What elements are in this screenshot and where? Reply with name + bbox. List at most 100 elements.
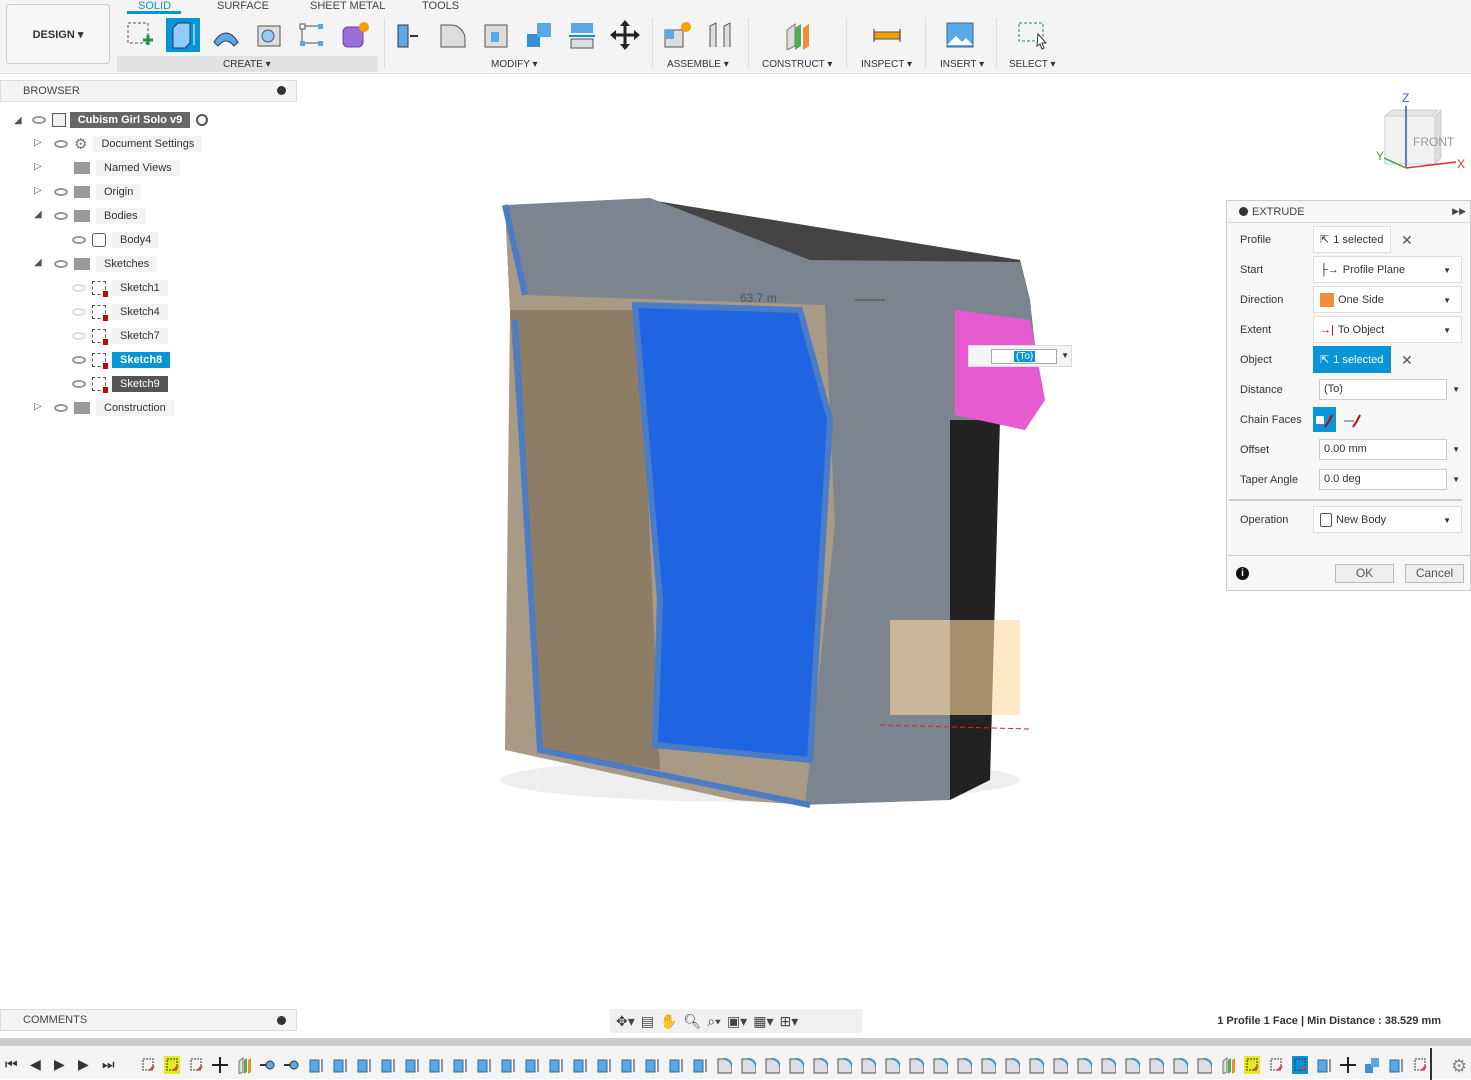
timeline-fillet-icon[interactable] [1172,1056,1189,1074]
inline-distance-input[interactable]: (To) ▼ [968,345,1072,367]
clear-icon[interactable]: ✕ [1401,232,1413,249]
timeline-sketch-icon[interactable] [188,1056,204,1074]
modify-menu[interactable]: MODIFY ▾ [491,59,538,70]
expand-icon[interactable]: ▷ [34,137,42,148]
browser-item[interactable]: ⚙ Document Settings [54,134,203,154]
timeline-extrude-icon[interactable] [644,1056,660,1074]
orbit-icon[interactable]: ✥▾ [616,1013,635,1030]
visibility-eye-icon[interactable] [72,356,86,364]
visibility-eye-icon[interactable] [72,308,86,316]
clear-icon[interactable]: ✕ [1401,352,1413,369]
zoom-icon[interactable]: 🔍︎ [683,1013,701,1030]
browser-root[interactable]: ◢ Cubism Girl Solo v9 [14,110,209,130]
browser-header[interactable]: BROWSER [0,80,297,102]
timeline-extrude-icon[interactable] [1388,1056,1404,1074]
visibility-eye-icon[interactable] [72,284,86,292]
go-to-start-icon[interactable]: ⏮ [5,1056,18,1073]
tab-tools[interactable]: TOOLS [422,0,459,12]
info-icon[interactable]: i [1236,567,1249,580]
timeline-sketch-blue-icon[interactable] [1292,1056,1308,1074]
browser-item[interactable]: Body4 [72,230,160,250]
revolve-icon[interactable] [209,18,243,52]
expand-icon[interactable]: ▷ [34,401,42,412]
look-at-icon[interactable]: ▤ [641,1013,654,1030]
ok-button[interactable]: OK [1335,564,1394,583]
cancel-button[interactable]: Cancel [1405,564,1464,583]
timeline-sketch-yellow-icon[interactable] [1244,1056,1260,1074]
timeline-fillet-icon[interactable] [860,1056,877,1074]
expand-icon[interactable]: ▷ [34,161,42,172]
timeline-extrude-icon[interactable] [596,1056,612,1074]
browser-item[interactable]: Sketch4 [72,302,168,322]
timeline-extrude-icon[interactable] [524,1056,540,1074]
shell-icon[interactable] [479,18,513,52]
visibility-eye-icon[interactable] [54,140,68,148]
timeline-extrude-icon[interactable] [332,1056,348,1074]
create-menu[interactable]: CREATE ▾ [223,59,271,70]
timeline-fillet-icon[interactable] [1196,1056,1213,1074]
visibility-eye-icon[interactable] [54,404,68,412]
timeline-fillet-icon[interactable] [1028,1056,1045,1074]
tab-sheet-metal[interactable]: SHEET METAL [310,0,385,12]
visibility-eye-icon[interactable] [72,332,86,340]
timeline-settings-gear-icon[interactable]: ⚙ [1451,1056,1467,1077]
collapse-icon[interactable]: ◢ [34,257,42,268]
timeline-extrude-icon[interactable] [620,1056,636,1074]
timeline-extrude-icon[interactable] [500,1056,516,1074]
distance-input[interactable]: (To) [1319,379,1447,400]
insert-image-icon[interactable] [943,18,977,52]
pan-icon[interactable]: ✋ [660,1013,677,1030]
timeline-extrude-icon[interactable] [428,1056,444,1074]
timeline-construct-icon[interactable] [1220,1056,1236,1075]
new-component-icon[interactable] [660,18,694,52]
timeline-fillet-icon[interactable] [1076,1056,1093,1074]
timeline-extrude-icon[interactable] [308,1056,324,1074]
tab-surface[interactable]: SURFACE [217,0,269,12]
hole-icon[interactable] [252,18,286,52]
timeline-fillet-icon[interactable] [908,1056,925,1074]
browser-item[interactable]: Origin [54,182,142,202]
joint-icon[interactable] [704,18,738,52]
collapse-icon[interactable]: ◢ [34,209,42,220]
comments-panel[interactable]: COMMENTS [0,1009,297,1031]
visibility-eye-icon[interactable] [72,236,86,244]
browser-item[interactable]: Sketch8 [72,350,171,370]
fit-icon[interactable]: ⌕▾ [707,1013,721,1030]
timeline-extrude-icon[interactable] [692,1056,708,1074]
offset-input[interactable]: 0.00 mm [1319,439,1447,460]
pattern-icon[interactable] [295,18,329,52]
timeline-move-icon[interactable] [212,1056,228,1074]
browser-item[interactable]: Sketch1 [72,278,168,298]
timeline-fillet-icon[interactable] [932,1056,949,1074]
chain-faces-on-button[interactable] [1313,407,1336,432]
combine-icon[interactable] [522,18,556,52]
timeline-fillet-icon[interactable] [812,1056,829,1074]
object-selector[interactable]: ⇱ 1 selected [1313,346,1391,373]
inspect-menu[interactable]: INSPECT ▾ [861,59,912,70]
browser-item[interactable]: Sketches [54,254,158,274]
taper-angle-input[interactable]: 0.0 deg [1319,469,1447,490]
timeline-extrude-icon[interactable] [452,1056,468,1074]
timeline-fillet-icon[interactable] [1052,1056,1069,1074]
timeline-fillet-icon[interactable] [716,1056,733,1074]
start-dropdown[interactable]: ├→ Profile Plane ▼ [1313,256,1462,283]
visibility-eye-icon[interactable] [54,188,68,196]
move-icon[interactable] [608,18,642,52]
timeline-fillet-icon[interactable] [1124,1056,1141,1074]
timeline-fillet-icon[interactable] [1004,1056,1021,1074]
timeline-extrude-icon[interactable] [572,1056,588,1074]
measure-icon[interactable] [870,18,904,52]
timeline-sketch-icon[interactable] [1412,1056,1428,1074]
extrude-icon[interactable] [166,18,200,52]
timeline-move-icon[interactable] [1340,1056,1356,1074]
activate-radio-icon[interactable] [196,114,209,126]
browser-item[interactable]: Bodies [54,206,146,226]
timeline-fillet-icon[interactable] [1100,1056,1117,1074]
browser-item[interactable]: Construction [54,398,174,418]
split-body-icon[interactable] [565,18,599,52]
create-sketch-icon[interactable] [123,18,157,52]
timeline-extrude-icon[interactable] [548,1056,564,1074]
offset-plane-icon[interactable] [781,18,815,52]
timeline-fillet-icon[interactable] [764,1056,781,1074]
browser-item[interactable]: Sketch7 [72,326,168,346]
